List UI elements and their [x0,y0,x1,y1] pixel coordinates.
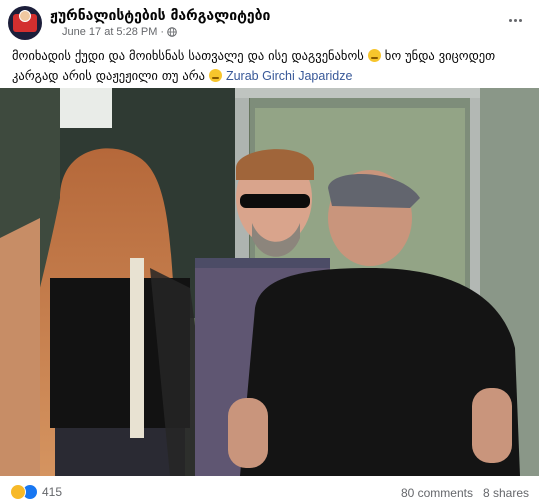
post-timestamp[interactable]: June 17 at 5:28 PM [62,26,157,38]
post-meta: June 17 at 5:28 PM · [62,26,177,38]
post-photo[interactable] [0,88,539,476]
reaction-count: 415 [42,485,63,499]
post-text: მოიხადის ქუდი და მოიხსნას სათვალე და ისე… [12,46,532,86]
photo-scene [0,88,539,476]
facebook-post: ჟურნალისტების მარგალიტები June 17 at 5:2… [0,0,539,504]
laughing-emoji-icon [208,69,222,82]
page-avatar[interactable] [8,6,42,40]
shares-count[interactable]: 8 shares [483,486,529,500]
mention-link[interactable]: Zurab Girchi Japaridze [226,69,352,83]
avatar-face [19,10,31,22]
post-footer: 415 80 comments 8 shares [0,480,539,504]
globe-icon[interactable] [167,27,177,37]
grinning-emoji-icon [367,49,381,62]
post-header: ჟურნალისტების მარგალიტები June 17 at 5:2… [8,6,531,40]
more-options-icon[interactable] [505,12,525,28]
haha-reaction-icon [10,484,26,500]
post-text-part1: მოიხადის ქუდი და მოიხსნას სათვალე და ისე… [12,48,364,63]
post-stats: 80 comments 8 shares [401,486,529,500]
reactions-summary[interactable]: 415 [10,484,62,500]
page-name[interactable]: ჟურნალისტების მარგალიტები [50,8,270,24]
meta-separator: · [160,26,165,38]
comments-count[interactable]: 80 comments [401,486,473,500]
